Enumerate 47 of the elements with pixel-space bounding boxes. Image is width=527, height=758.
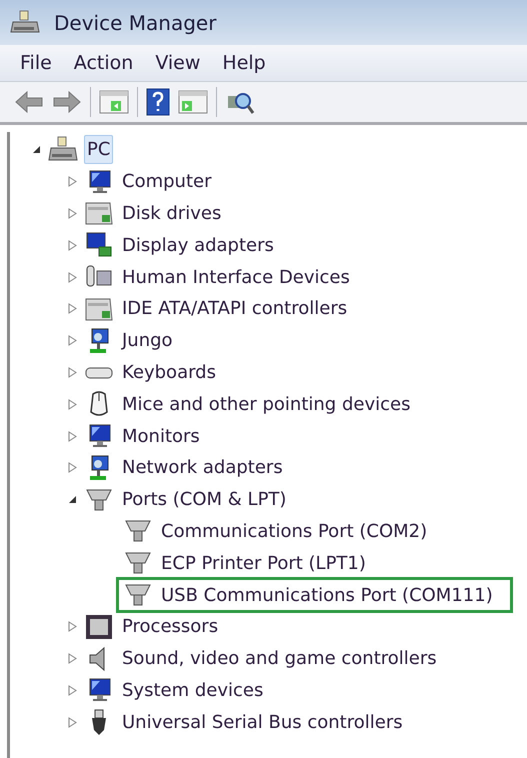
collapsed-arrow-icon[interactable] <box>68 240 76 251</box>
monitor-icon <box>84 231 114 260</box>
menu-item[interactable]: Action <box>74 48 134 78</box>
pane-icon[interactable] <box>178 89 208 115</box>
tree-item[interactable]: Processors <box>120 613 220 640</box>
tree-item[interactable]: Keyboards <box>120 358 218 386</box>
pane-icon[interactable] <box>99 89 129 115</box>
collapsed-arrow-icon[interactable] <box>68 398 76 410</box>
tree-item[interactable]: Mice and other pointing devices <box>120 390 412 418</box>
tree-item[interactable]: Network adapters <box>120 454 285 482</box>
help-icon[interactable] <box>146 88 170 116</box>
tree-item[interactable]: PC <box>84 135 114 164</box>
back-arrow-icon[interactable] <box>14 89 44 115</box>
tree-item[interactable]: Ports (COM & LPT) <box>120 486 288 514</box>
tree-item[interactable]: Communications Port (COM2) <box>159 518 430 545</box>
collapsed-arrow-icon[interactable] <box>68 716 76 728</box>
collapsed-arrow-icon[interactable] <box>68 462 76 474</box>
tree-item[interactable]: Human Interface Devices <box>120 264 352 291</box>
collapsed-arrow-icon[interactable] <box>68 653 76 664</box>
collapsed-arrow-icon[interactable] <box>68 335 76 346</box>
menu-item[interactable]: Help <box>222 48 266 78</box>
tree-item[interactable]: Jungo <box>120 327 175 354</box>
tree-item[interactable]: Sound, video and game controllers <box>120 645 439 672</box>
tree-item[interactable]: System devices <box>120 676 266 704</box>
collapsed-arrow-icon[interactable] <box>68 366 76 378</box>
tree-item[interactable]: Disk drives <box>120 200 224 227</box>
tree-item[interactable]: Universal Serial Bus controllers <box>120 708 405 736</box>
menu-item[interactable]: View <box>155 48 200 78</box>
expanded-arrow-icon[interactable] <box>68 495 76 504</box>
chip-icon <box>84 612 114 641</box>
collapsed-arrow-icon[interactable] <box>68 208 76 219</box>
tree-item[interactable]: Display adapters <box>120 232 276 259</box>
computer-icon <box>10 10 40 36</box>
tree-item[interactable]: Monitors <box>120 422 202 450</box>
collapsed-arrow-icon[interactable] <box>68 303 76 314</box>
collapsed-arrow-icon[interactable] <box>68 272 76 283</box>
collapsed-arrow-icon[interactable] <box>68 176 76 188</box>
tree-item[interactable]: IDE ATA/ATAPI controllers <box>120 295 350 322</box>
forward-arrow-icon[interactable] <box>52 89 82 115</box>
collapsed-arrow-icon[interactable] <box>68 684 76 696</box>
window-title: Device Manager <box>54 10 216 36</box>
collapsed-arrow-icon[interactable] <box>68 430 76 442</box>
tree-item[interactable]: ECP Printer Port (LPT1) <box>159 550 368 577</box>
tree-item[interactable]: Computer <box>120 168 214 196</box>
menu-item[interactable]: File <box>20 48 52 78</box>
collapsed-arrow-icon[interactable] <box>68 621 76 632</box>
expanded-arrow-icon[interactable] <box>32 145 40 154</box>
